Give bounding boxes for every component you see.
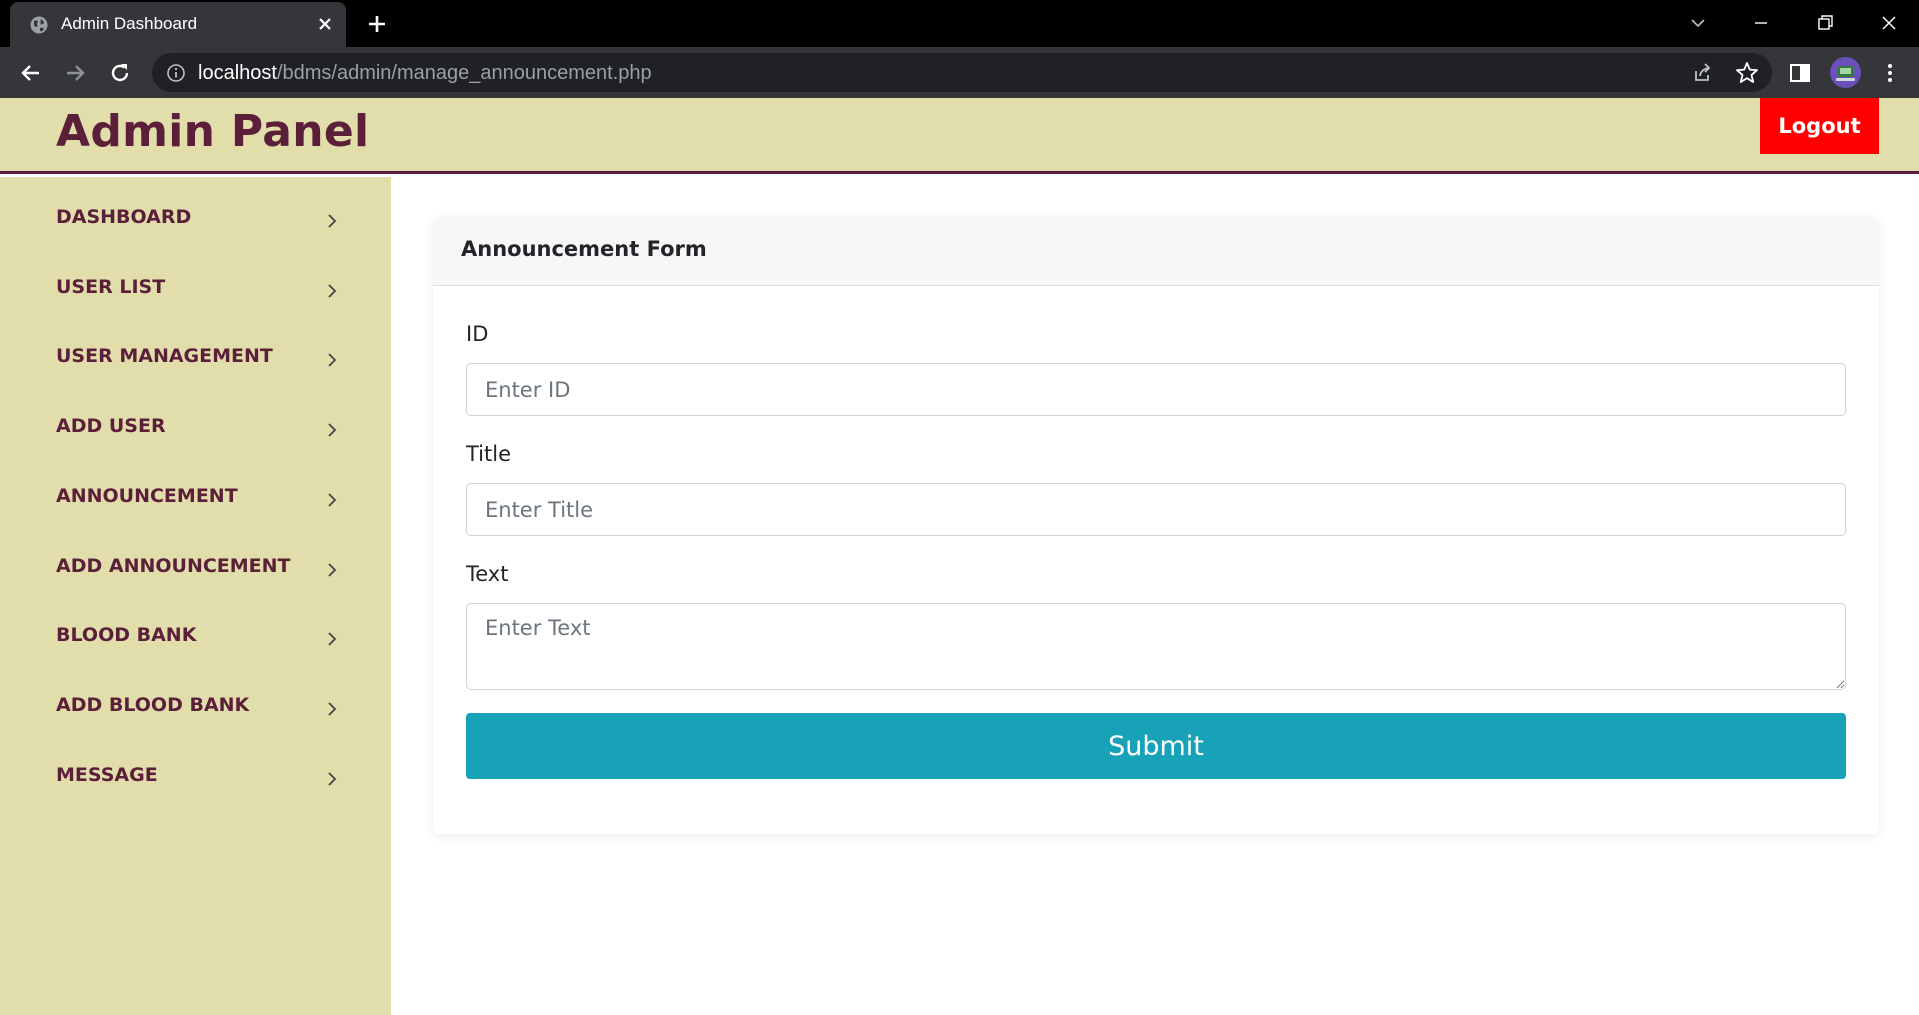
chevron-right-icon: [328, 632, 337, 646]
avatar[interactable]: [1830, 57, 1861, 88]
sidebar-item-label: USER LIST: [56, 276, 166, 298]
chevron-right-icon: [328, 493, 337, 507]
sidebar-item-add-blood-bank[interactable]: ADD BLOOD BANK: [0, 679, 391, 735]
chevron-right-icon: [328, 284, 337, 298]
reload-icon[interactable]: [106, 59, 134, 87]
profile-icon: [1836, 66, 1855, 81]
sidebar-item-label: ADD USER: [56, 415, 166, 437]
browser-tab[interactable]: Admin Dashboard: [10, 2, 346, 47]
sidebar-item-add-announcement[interactable]: ADD ANNOUNCEMENT: [0, 540, 391, 596]
announcement-form-card: Announcement Form ID Title Text Submit: [433, 217, 1879, 834]
page-title: Admin Panel: [56, 106, 370, 157]
chevron-right-icon: [328, 772, 337, 786]
globe-icon: [30, 16, 48, 34]
plus-icon[interactable]: [364, 11, 390, 37]
sidebar-item-label: ADD BLOOD BANK: [56, 694, 250, 716]
browser-tab-bar: Admin Dashboard: [0, 0, 1919, 47]
sidebar-item-add-user[interactable]: ADD USER: [0, 400, 391, 456]
side-panel-icon[interactable]: [1786, 59, 1814, 87]
chevron-right-icon: [328, 563, 337, 577]
browser-toolbar: localhost/bdms/admin/manage_announcement…: [0, 47, 1919, 98]
minimize-icon[interactable]: [1746, 8, 1776, 38]
chevron-right-icon: [328, 702, 337, 716]
forward-icon[interactable]: [61, 59, 89, 87]
sidebar-item-message[interactable]: MESSAGE: [0, 749, 391, 805]
star-icon[interactable]: [1733, 59, 1761, 87]
chevron-right-icon: [328, 353, 337, 367]
sidebar-item-label: MESSAGE: [56, 764, 158, 786]
sidebar-item-label: USER MANAGEMENT: [56, 345, 273, 367]
share-icon[interactable]: [1688, 59, 1716, 87]
text-field[interactable]: [466, 603, 1846, 690]
chevron-right-icon: [328, 214, 337, 228]
chevron-down-icon[interactable]: [1683, 8, 1713, 38]
address-bar[interactable]: localhost/bdms/admin/manage_announcement…: [152, 53, 1772, 92]
text-label: Text: [466, 562, 509, 586]
back-icon[interactable]: [17, 59, 45, 87]
submit-button[interactable]: Submit: [466, 713, 1846, 779]
restore-icon[interactable]: [1810, 8, 1840, 38]
sidebar-item-dashboard[interactable]: DASHBOARD: [0, 191, 391, 247]
kebab-menu-icon[interactable]: [1876, 59, 1904, 87]
sidebar-item-label: ANNOUNCEMENT: [56, 485, 238, 507]
sidebar-item-user-management[interactable]: USER MANAGEMENT: [0, 330, 391, 386]
window-close-icon[interactable]: [1874, 8, 1904, 38]
form-title: Announcement Form: [461, 237, 707, 261]
logout-button[interactable]: Logout: [1760, 98, 1879, 154]
url-path: /bdms/admin/manage_announcement.php: [276, 62, 652, 84]
title-field[interactable]: [466, 483, 1846, 536]
sidebar-item-label: DASHBOARD: [56, 206, 192, 228]
url-host: localhost: [198, 62, 277, 84]
tab-title: Admin Dashboard: [61, 14, 198, 33]
chevron-right-icon: [328, 423, 337, 437]
sidebar-item-label: BLOOD BANK: [56, 624, 197, 646]
sidebar-item-user-list[interactable]: USER LIST: [0, 261, 391, 317]
sidebar-item-blood-bank[interactable]: BLOOD BANK: [0, 609, 391, 665]
sidebar: DASHBOARD USER LIST USER MANAGEMENT ADD …: [0, 177, 391, 1015]
close-icon[interactable]: [314, 13, 336, 35]
url-text[interactable]: localhost/bdms/admin/manage_announcement…: [198, 62, 652, 85]
id-label: ID: [466, 322, 489, 346]
info-icon[interactable]: [166, 63, 186, 83]
id-field[interactable]: [466, 363, 1846, 416]
title-label: Title: [466, 442, 512, 466]
sidebar-item-announcement[interactable]: ANNOUNCEMENT: [0, 470, 391, 526]
page-header: Admin Panel Logout: [0, 98, 1919, 174]
card-header: Announcement Form: [433, 217, 1879, 286]
sidebar-item-label: ADD ANNOUNCEMENT: [56, 555, 291, 577]
